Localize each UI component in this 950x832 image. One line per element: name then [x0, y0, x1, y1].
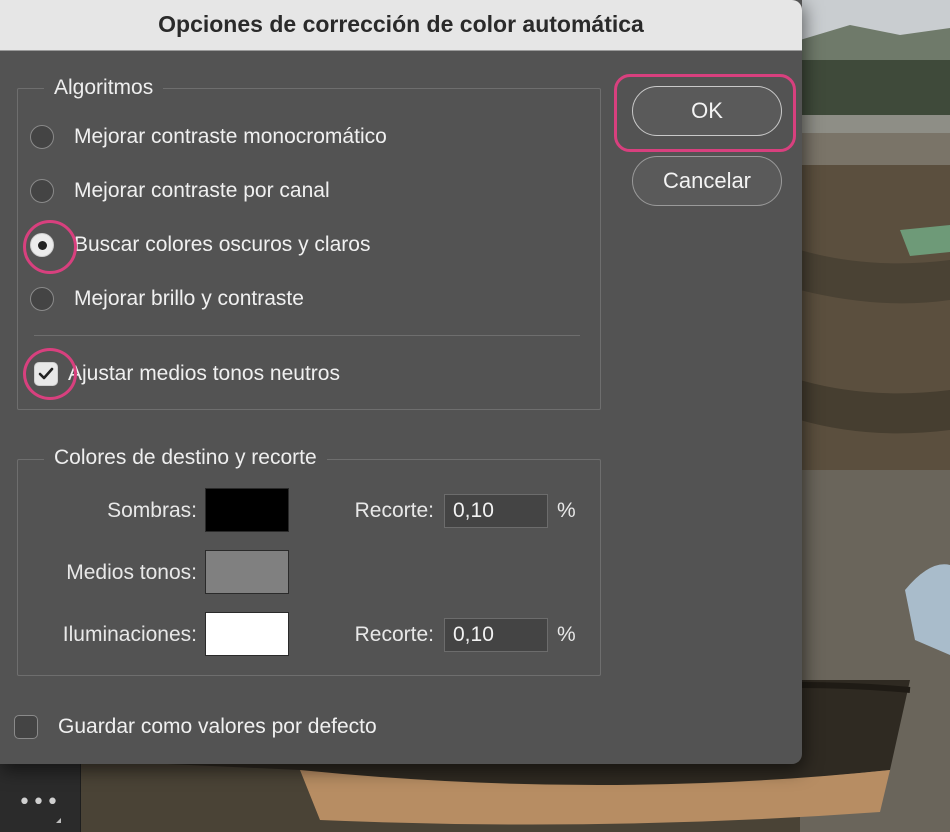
radio-label: Mejorar brillo y contraste: [74, 287, 304, 310]
dialog-titlebar: Opciones de corrección de color automáti…: [0, 0, 802, 51]
shadows-label: Sombras:: [107, 499, 197, 522]
radio-highlight-ring: [23, 220, 77, 274]
cancel-button[interactable]: Cancelar: [632, 156, 782, 206]
save-defaults-row[interactable]: Guardar como valores por defecto: [14, 712, 377, 742]
radio-label: Buscar colores oscuros y claros: [74, 233, 371, 256]
highlights-clip-label: Recorte:: [354, 623, 434, 646]
save-defaults-checkbox[interactable]: [14, 715, 38, 739]
target-clipping-legend: Colores de destino y recorte: [44, 445, 327, 471]
radio-enhance-per-channel-contrast[interactable]: Mejorar contraste por canal: [30, 176, 330, 206]
more-horizontal-icon[interactable]: •••: [18, 790, 60, 815]
highlights-label: Iluminaciones:: [62, 623, 197, 646]
algorithms-legend: Algoritmos: [44, 75, 164, 101]
snap-neutral-midtones-row[interactable]: Ajustar medios tonos neutros: [34, 359, 340, 389]
midtones-color-swatch[interactable]: [205, 550, 289, 594]
shadows-clip-unit: %: [557, 499, 576, 522]
group-divider: [34, 335, 580, 336]
dialog-title: Opciones de corrección de color automáti…: [158, 11, 644, 37]
radio-label: Mejorar contraste por canal: [74, 179, 330, 202]
shadows-color-swatch[interactable]: [205, 488, 289, 532]
snap-neutral-midtones-label: Ajustar medios tonos neutros: [68, 362, 340, 385]
highlights-color-swatch[interactable]: [205, 612, 289, 656]
radio-enhance-brightness-contrast[interactable]: Mejorar brillo y contraste: [30, 284, 304, 314]
radio-button[interactable]: [30, 125, 54, 149]
ok-highlight-ring: [614, 74, 796, 152]
shadows-clip-label: Recorte:: [354, 499, 434, 522]
save-defaults-label: Guardar como valores por defecto: [58, 715, 377, 738]
auto-color-correction-dialog: Opciones de corrección de color automáti…: [0, 0, 802, 764]
checkbox-highlight-ring: [23, 348, 77, 400]
radio-find-dark-light-colors[interactable]: Buscar colores oscuros y claros: [30, 230, 370, 260]
radio-label: Mejorar contraste monocromático: [74, 125, 387, 148]
radio-enhance-monochromatic-contrast[interactable]: Mejorar contraste monocromático: [30, 122, 387, 152]
expand-corner-icon: [56, 818, 61, 823]
shadows-clip-input[interactable]: [444, 494, 548, 528]
radio-button[interactable]: [30, 179, 54, 203]
highlights-clip-input[interactable]: [444, 618, 548, 652]
radio-button[interactable]: [30, 287, 54, 311]
highlights-clip-unit: %: [557, 623, 576, 646]
midtones-label: Medios tonos:: [66, 561, 197, 584]
